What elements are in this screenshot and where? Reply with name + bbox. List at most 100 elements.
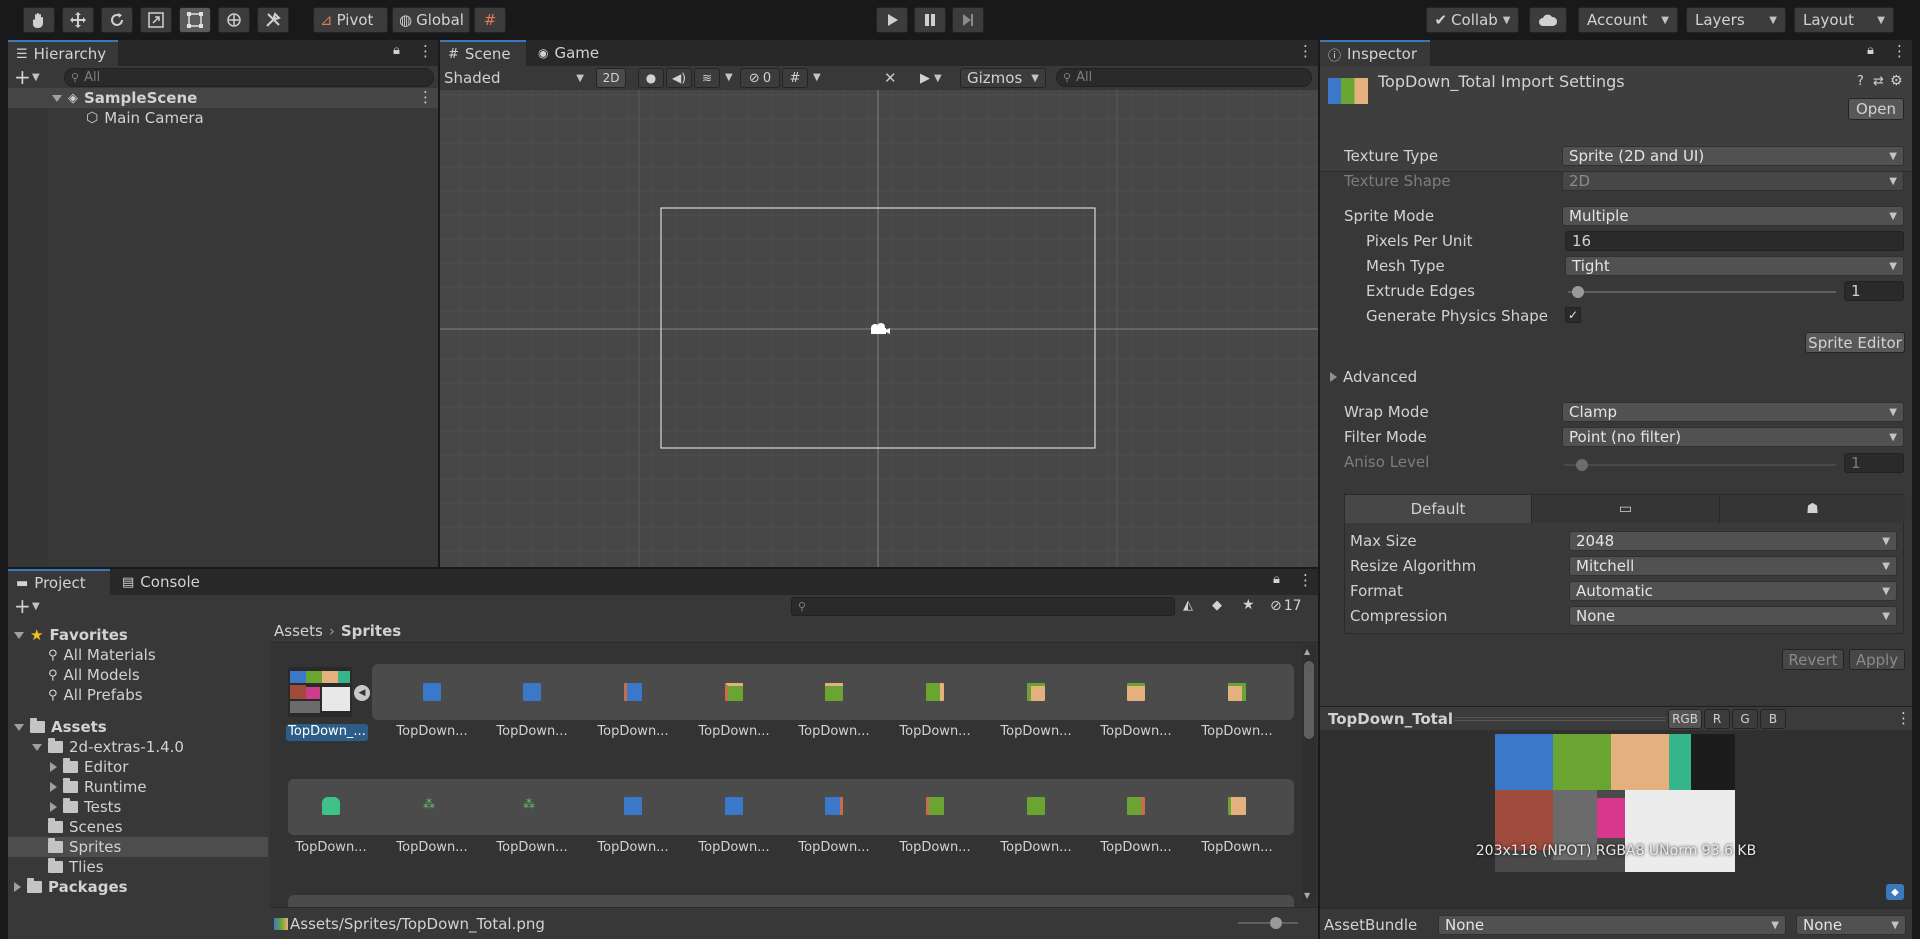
collab-dropdown[interactable]: ✔ Collab ▼ xyxy=(1426,7,1519,33)
folder-runtime[interactable]: Runtime xyxy=(50,777,147,797)
step-button[interactable] xyxy=(952,7,984,33)
channel-rgb-button[interactable]: RGB xyxy=(1668,709,1702,729)
zoom-slider-track[interactable] xyxy=(1238,922,1298,924)
folder-tests[interactable]: Tests xyxy=(50,797,121,817)
scene-canvas[interactable] xyxy=(440,90,1318,567)
open-button[interactable]: Open xyxy=(1848,98,1904,120)
sprite-thumb[interactable] xyxy=(322,797,340,815)
scroll-down-icon[interactable]: ▼ xyxy=(1304,891,1310,900)
breadcrumb-assets[interactable]: Assets xyxy=(274,622,323,640)
global-toggle[interactable]: ◍ Global xyxy=(392,7,470,33)
tab-game[interactable]: ◉ Game xyxy=(530,40,610,66)
favorites-root[interactable]: ★ Favorites xyxy=(14,625,128,645)
collapse-arrow-icon[interactable] xyxy=(50,802,57,812)
chevron-down-icon[interactable]: ▼ xyxy=(813,72,821,83)
tab-project[interactable]: ▬ Project xyxy=(8,569,110,595)
grid-toggle[interactable]: # xyxy=(782,68,808,88)
wrap-mode-dropdown[interactable]: Clamp ▼ xyxy=(1562,402,1904,422)
sprite-thumb[interactable] xyxy=(1027,683,1045,701)
tab-scene[interactable]: # Scene xyxy=(440,40,526,66)
preset-icon[interactable]: ⇄ xyxy=(1873,74,1884,89)
sprite-thumb[interactable] xyxy=(1228,797,1246,815)
resize-algorithm-dropdown[interactable]: Mitchell ▼ xyxy=(1569,556,1897,576)
filter-by-type-icon[interactable]: ◭ xyxy=(1183,598,1193,613)
hidden-objects-toggle[interactable]: ⊘ 0 xyxy=(740,68,780,88)
extrude-slider-track[interactable] xyxy=(1568,291,1836,293)
sprite-thumb[interactable] xyxy=(825,683,843,701)
sprite-thumb[interactable] xyxy=(825,797,843,815)
breadcrumb-sprites[interactable]: Sprites xyxy=(341,622,401,640)
filter-by-label-icon[interactable]: ◆ xyxy=(1212,598,1222,613)
audio-toggle[interactable]: ◀) xyxy=(666,68,692,88)
cloud-button[interactable] xyxy=(1529,7,1567,33)
rotate-tool-button[interactable] xyxy=(101,7,133,33)
assetbundle-variant-dropdown[interactable]: None ▼ xyxy=(1796,915,1906,935)
account-dropdown[interactable]: Account ▼ xyxy=(1578,7,1678,33)
expand-arrow-icon[interactable] xyxy=(14,723,24,731)
platform-tab-default[interactable]: Default xyxy=(1345,495,1531,523)
sprite-thumb[interactable] xyxy=(1228,683,1246,701)
selected-asset-label[interactable]: TopDown_... xyxy=(286,724,368,741)
kebab-menu-icon[interactable]: ⋮ xyxy=(1892,42,1907,60)
custom-tool-button[interactable] xyxy=(257,7,289,33)
pause-button[interactable] xyxy=(914,7,946,33)
zoom-slider-knob[interactable] xyxy=(1270,917,1282,929)
folder-scenes[interactable]: Scenes xyxy=(48,817,123,837)
project-search-input[interactable]: ⚲ xyxy=(791,597,1175,616)
generate-physics-checkbox[interactable]: ✓ xyxy=(1565,307,1581,323)
sprite-thumb[interactable] xyxy=(1127,683,1145,701)
expand-arrow-icon[interactable] xyxy=(32,743,42,751)
collapse-arrow-icon[interactable] xyxy=(50,762,57,772)
folder-2d-extras[interactable]: 2d-extras-1.4.0 xyxy=(32,737,184,757)
collapse-arrow-icon[interactable] xyxy=(50,782,57,792)
expand-arrow-icon[interactable] xyxy=(14,631,24,639)
2d-toggle[interactable]: 2D xyxy=(596,68,626,88)
shading-mode-dropdown[interactable]: Shaded ▼ xyxy=(444,68,590,88)
scene-search-input[interactable]: ⚲ All xyxy=(1056,68,1312,87)
move-tool-button[interactable] xyxy=(62,7,94,33)
sprite-sheet-collapse-button[interactable]: ◀ xyxy=(354,685,370,701)
sprite-thumb[interactable] xyxy=(725,797,743,815)
packages-root[interactable]: Packages xyxy=(14,877,128,897)
expand-arrow-icon[interactable] xyxy=(52,94,62,102)
hand-tool-button[interactable] xyxy=(23,7,55,33)
chevron-down-icon[interactable]: ▼ xyxy=(725,72,733,83)
camera-gizmo-icon[interactable] xyxy=(867,321,891,337)
sprite-thumb[interactable]: ⁂ xyxy=(523,797,541,815)
add-icon[interactable]: + xyxy=(14,595,31,617)
chevron-down-icon[interactable]: ▼ xyxy=(32,601,40,612)
sprite-thumb[interactable] xyxy=(523,683,541,701)
kebab-menu-icon[interactable]: ⋮ xyxy=(418,42,433,60)
channel-r-button[interactable]: R xyxy=(1704,709,1730,729)
extrude-input[interactable]: 1 xyxy=(1844,281,1904,301)
favorites-item[interactable]: ⚲ All Models xyxy=(48,665,140,685)
sprite-thumb[interactable] xyxy=(926,683,944,701)
asset-label-tag-icon[interactable]: ◆ xyxy=(1886,884,1904,900)
format-dropdown[interactable]: Automatic ▼ xyxy=(1569,581,1897,601)
transform-tool-button[interactable] xyxy=(218,7,250,33)
tab-console[interactable]: ▤ Console xyxy=(114,569,210,595)
favorites-item[interactable]: ⚲ All Prefabs xyxy=(48,685,143,705)
folder-tlies[interactable]: Tlies xyxy=(48,857,104,877)
sprite-thumb[interactable] xyxy=(423,683,441,701)
texture-type-dropdown[interactable]: Sprite (2D and UI) ▼ xyxy=(1562,146,1904,166)
kebab-menu-icon[interactable]: ⋮ xyxy=(1298,571,1313,589)
scroll-up-icon[interactable]: ▲ xyxy=(1304,647,1310,656)
compression-dropdown[interactable]: None ▼ xyxy=(1569,606,1897,626)
kebab-menu-icon[interactable]: ⋮ xyxy=(1896,709,1911,727)
lighting-toggle[interactable]: ● xyxy=(638,68,664,88)
platform-tab-android[interactable]: ☗ xyxy=(1719,495,1905,523)
favorites-item[interactable]: ⚲ All Materials xyxy=(48,645,156,665)
scroll-thumb[interactable] xyxy=(1304,661,1314,739)
rect-tool-button[interactable] xyxy=(179,7,211,33)
sprite-thumb[interactable] xyxy=(1127,797,1145,815)
sprite-thumb[interactable]: ⁂ xyxy=(423,797,441,815)
assetbundle-dropdown[interactable]: None ▼ xyxy=(1438,915,1786,935)
tab-hierarchy[interactable]: ☰ Hierarchy xyxy=(8,40,118,66)
folder-editor[interactable]: Editor xyxy=(50,757,128,777)
channel-g-button[interactable]: G xyxy=(1732,709,1758,729)
assets-root[interactable]: Assets xyxy=(14,717,107,737)
channel-b-button[interactable]: B xyxy=(1760,709,1786,729)
layout-dropdown[interactable]: Layout ▼ xyxy=(1794,7,1894,33)
play-button[interactable] xyxy=(876,7,908,33)
